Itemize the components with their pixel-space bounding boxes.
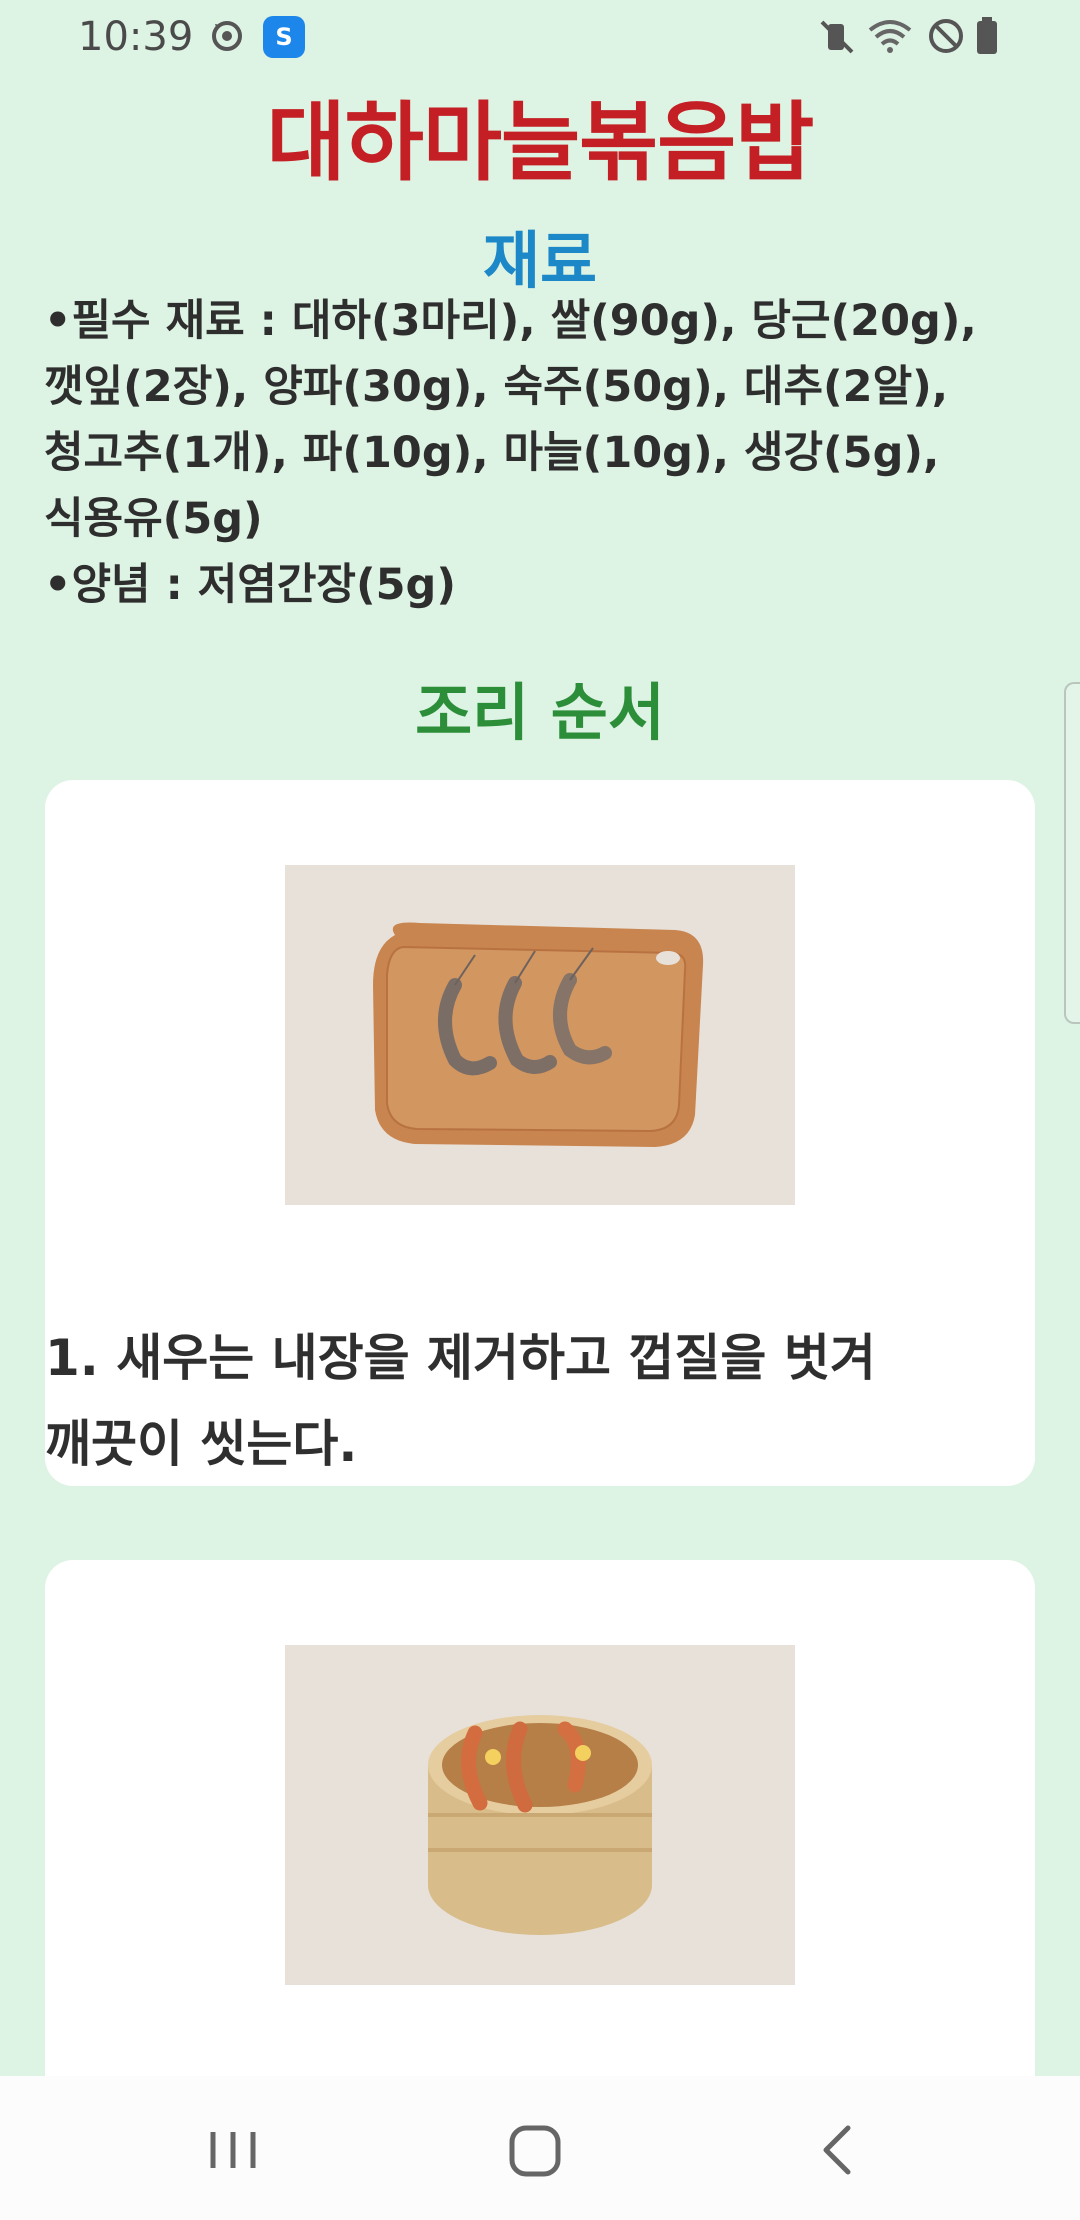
battery-icon bbox=[977, 17, 997, 54]
ingredients-line: 청고추(1개), 파(10g), 마늘(10g), 생강(5g), bbox=[44, 428, 940, 478]
step-card bbox=[45, 1560, 1035, 2120]
ingredients-line: 깻잎(2장), 양파(30g), 숙주(50g), 대추(2알), bbox=[44, 362, 949, 412]
ingredients-line: 식용유(5g) bbox=[44, 494, 263, 544]
step-text: 1. 새우는 내장을 제거하고 껍질을 벗겨 깨끗이 씻는다. bbox=[45, 1329, 876, 1473]
step-card: 1. 새우는 내장을 제거하고 껍질을 벗겨 깨끗이 씻는다. bbox=[45, 780, 1035, 1486]
shrimp-on-cutting-board-image bbox=[285, 865, 795, 1205]
app-s-icon-letter: S bbox=[275, 23, 293, 51]
wifi-icon bbox=[868, 20, 912, 53]
recent-apps-icon[interactable] bbox=[193, 2116, 273, 2184]
ingredients-list: •필수 재료 : 대하(3마리), 쌀(90g), 당근(20g), 깻잎(2장… bbox=[44, 288, 1034, 618]
navigation-bar bbox=[0, 2076, 1080, 2220]
sync-icon bbox=[212, 21, 242, 51]
ingredients-line: •필수 재료 : 대하(3마리), 쌀(90g), 당근(20g), bbox=[44, 296, 977, 346]
ingredients-line: •양념 : 저염간장(5g) bbox=[44, 560, 456, 610]
scroll-handle[interactable] bbox=[1064, 682, 1080, 1024]
home-icon[interactable] bbox=[495, 2116, 575, 2184]
do-not-disturb-icon bbox=[929, 19, 963, 53]
shrimp-in-bamboo-steamer-image bbox=[285, 1645, 795, 1985]
status-time: 10:39 bbox=[78, 14, 194, 60]
status-bar: 10:39 S bbox=[0, 0, 1080, 74]
back-icon[interactable] bbox=[798, 2116, 878, 2184]
vibrate-mute-icon bbox=[820, 20, 854, 54]
steps-heading: 조리 순서 bbox=[415, 676, 665, 749]
app-s-icon: S bbox=[263, 16, 305, 58]
ingredients-heading: 재료 bbox=[482, 224, 598, 297]
page-title: 대하마늘볶음밥 bbox=[266, 93, 815, 193]
